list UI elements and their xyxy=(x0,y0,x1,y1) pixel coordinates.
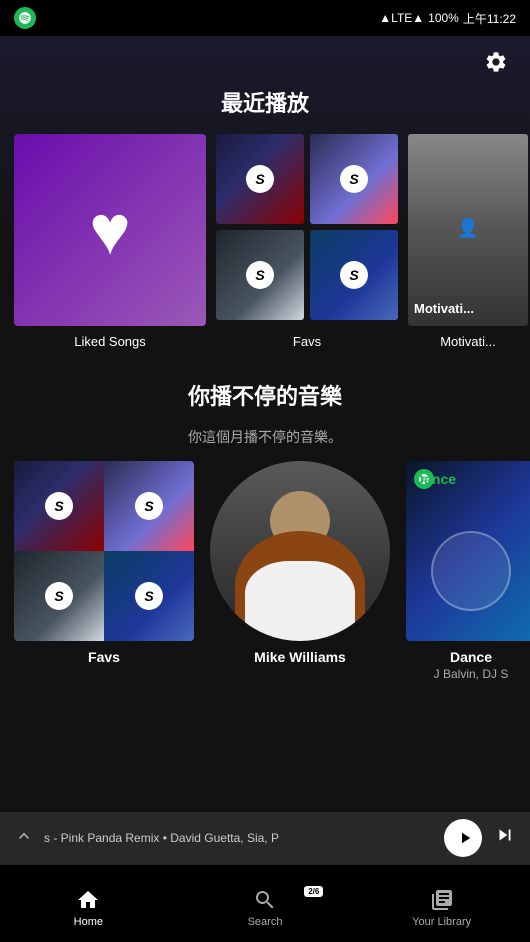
spinnin-logo-4: S xyxy=(340,261,368,289)
nonstop-title: 你播不停的音樂 xyxy=(0,379,530,411)
spinnin-logo-2: S xyxy=(340,165,368,193)
home-label: Home xyxy=(74,916,103,928)
main-content: 最近播放 ♥ Liked Songs S xyxy=(0,36,530,812)
search-icon xyxy=(253,888,277,912)
mike-williams-photo xyxy=(210,461,390,641)
motivation-label: Motivati... xyxy=(408,334,528,349)
favs-top-row: S S xyxy=(216,134,398,224)
mike-williams-label: Mike Williams xyxy=(210,649,390,665)
battery-indicator: 100% xyxy=(428,11,459,25)
liked-songs-card[interactable]: ♥ Liked Songs xyxy=(14,134,206,349)
spinnin-logo-1: S xyxy=(246,165,274,193)
nonstop-scroll: S S S xyxy=(0,461,530,681)
nav-home[interactable]: Home xyxy=(0,880,177,928)
library-icon xyxy=(430,888,454,912)
recent-title: 最近播放 xyxy=(0,86,530,118)
player-controls xyxy=(444,819,516,857)
motivation-card[interactable]: 👤 Motivati... Motivati... xyxy=(408,134,528,349)
nonstop-section: 你播不停的音樂 你這個月播不停的音樂。 S S xyxy=(0,379,530,681)
motivation-overlay-text: Motivati... xyxy=(414,301,474,316)
nonstop-favs-thumb: S S S xyxy=(14,461,194,641)
dance-label: Dance xyxy=(406,649,530,665)
nonstop-favs[interactable]: S S S xyxy=(14,461,194,681)
player-bar: s - Pink Panda Remix • David Guetta, Sia… xyxy=(0,812,530,864)
nonstop-s4: S xyxy=(135,582,163,610)
nonstop-favs-label: Favs xyxy=(14,649,194,665)
bottom-nav: Home 2/6 Search Your Library xyxy=(0,864,530,942)
search-count-badge: 2/6 xyxy=(304,886,323,897)
favs-bottom-row: S S xyxy=(216,230,398,320)
nonstop-dance[interactable]: Dance Dance J Balvin, DJ S xyxy=(406,461,530,681)
play-button[interactable] xyxy=(444,819,482,857)
status-right: ▲LTE▲ 100% 上午11:22 xyxy=(379,10,516,27)
favs-thumb-4: S xyxy=(310,230,398,320)
settings-button[interactable] xyxy=(480,46,512,78)
dance-sublabel: J Balvin, DJ S xyxy=(406,667,530,681)
skip-next-button[interactable] xyxy=(494,824,516,852)
nonstop-s1: S xyxy=(45,492,73,520)
spinnin-logo-3: S xyxy=(246,261,274,289)
search-label: Search xyxy=(248,916,283,928)
nonstop-subtitle: 你這個月播不停的音樂。 xyxy=(0,427,530,447)
status-bar: ▲LTE▲ 100% 上午11:22 xyxy=(0,0,530,36)
player-track-info: s - Pink Panda Remix • David Guetta, Sia… xyxy=(44,831,434,845)
liked-songs-thumbnail: ♥ xyxy=(14,134,206,326)
recent-section: 最近播放 ♥ Liked Songs S xyxy=(0,86,530,349)
favs-label: Favs xyxy=(216,334,398,349)
favs-thumb-1: S xyxy=(216,134,304,224)
dance-thumb: Dance xyxy=(406,461,530,641)
heart-icon: ♥ xyxy=(89,190,131,270)
nonstop-s2: S xyxy=(135,492,163,520)
favs-thumb-3: S xyxy=(216,230,304,320)
time-display: 上午11:22 xyxy=(463,10,516,27)
header xyxy=(0,36,530,78)
favs-card[interactable]: S S S xyxy=(216,134,398,349)
nav-search[interactable]: 2/6 Search xyxy=(177,880,354,928)
library-label: Your Library xyxy=(412,916,471,928)
dance-overlay-text: Dance xyxy=(414,471,456,487)
motivation-thumbnail: 👤 Motivati... xyxy=(408,134,528,326)
home-icon xyxy=(76,888,100,912)
network-indicator: ▲LTE▲ xyxy=(379,11,424,25)
nonstop-s3: S xyxy=(45,582,73,610)
player-expand-button[interactable] xyxy=(14,826,34,851)
favs-thumb-2: S xyxy=(310,134,398,224)
nonstop-mike[interactable]: Mike Williams xyxy=(210,461,390,681)
recent-grid: ♥ Liked Songs S S xyxy=(0,134,530,349)
nav-library[interactable]: Your Library xyxy=(353,880,530,928)
liked-songs-label: Liked Songs xyxy=(14,334,206,349)
spotify-logo xyxy=(14,7,36,29)
